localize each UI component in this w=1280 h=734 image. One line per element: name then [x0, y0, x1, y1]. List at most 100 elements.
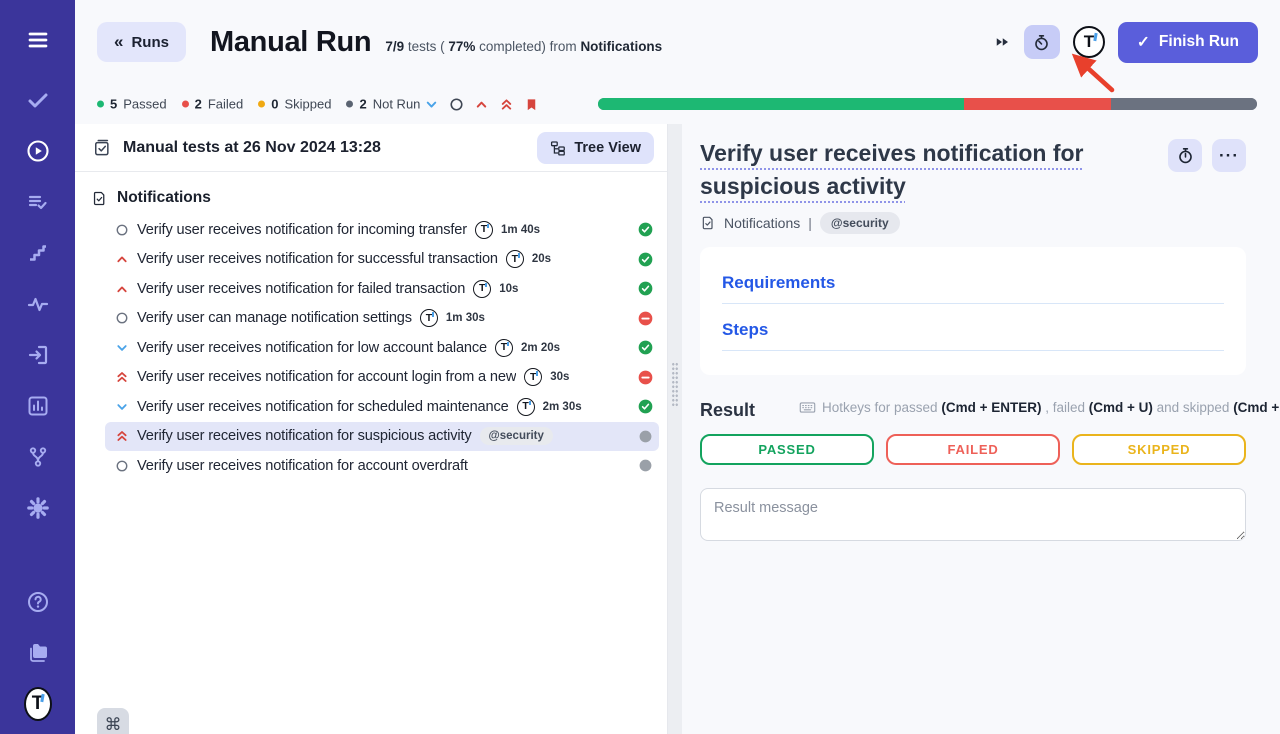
status-bar: 5Passed2Failed0Skipped2Not Run [75, 84, 1280, 124]
sidebar: T [0, 0, 75, 734]
run-panel-header: Manual tests at 26 Nov 2024 13:28 Tree V… [75, 124, 667, 172]
result-message-input[interactable] [700, 488, 1246, 541]
testomat-icon: T [524, 368, 542, 386]
priority-normal-icon [115, 459, 129, 473]
test-duration: 10s [499, 283, 518, 295]
detail-timer-button[interactable] [1168, 139, 1202, 172]
splitter-grip-icon [672, 362, 679, 408]
status-dot-icon [182, 101, 189, 108]
filter-low-priority-icon[interactable] [423, 96, 439, 112]
detail-card: Requirements Steps [700, 247, 1246, 375]
test-title: Verify user receives notification for su… [137, 251, 498, 267]
detail-breadcrumb: Notifications [724, 215, 800, 231]
status-failed-icon [638, 311, 653, 326]
test-title: Verify user receives notification for sc… [137, 399, 509, 415]
test-title: Verify user receives notification for in… [137, 222, 467, 238]
test-row[interactable]: Verify user receives notification for lo… [105, 333, 659, 363]
tree-view-button[interactable]: Tree View [537, 132, 654, 164]
menu-icon[interactable] [24, 26, 52, 54]
test-row[interactable]: Verify user receives notification for ac… [105, 363, 659, 393]
priority-filters [423, 96, 539, 112]
progress-segment-passed [598, 98, 964, 110]
test-title: Verify user receives notification for su… [137, 428, 472, 444]
status-not-run-icon [638, 429, 653, 444]
projects-folder-icon[interactable] [24, 639, 52, 667]
priority-normal-icon [115, 223, 129, 237]
timer-button[interactable] [1024, 25, 1060, 59]
test-duration: 1m 40s [501, 224, 540, 236]
priority-critical-icon [115, 429, 129, 443]
fast-forward-icon[interactable] [993, 33, 1011, 51]
document-check-icon [700, 215, 716, 231]
app-logo[interactable]: T [24, 690, 52, 718]
test-row[interactable]: Verify user receives notification for su… [105, 422, 659, 452]
passed-button[interactable]: PASSED [700, 434, 874, 465]
panel-splitter[interactable] [668, 124, 682, 734]
test-row[interactable]: Verify user receives notification for sc… [105, 392, 659, 422]
hotkeys-hint: Hotkeys for passed (Cmd + ENTER) , faile… [799, 399, 1280, 416]
count-failed: 2Failed [182, 97, 244, 112]
tests-check-icon[interactable] [24, 86, 52, 114]
filter-critical-priority-icon[interactable] [498, 96, 514, 112]
test-detail-title: Verify user receives notification for su… [700, 137, 1158, 203]
test-duration: 1m 30s [446, 312, 485, 324]
filter-high-priority-icon[interactable] [473, 96, 489, 112]
branches-icon[interactable] [24, 443, 52, 471]
test-plans-list-check-icon[interactable] [24, 188, 52, 216]
finish-run-label: Finish Run [1159, 33, 1239, 51]
section-requirements[interactable]: Requirements [722, 273, 1224, 304]
back-chevron-icon: « [114, 32, 123, 52]
run-title: Manual tests at 26 Nov 2024 13:28 [123, 139, 381, 157]
status-dot-icon [346, 101, 353, 108]
analytics-bar-chart-icon[interactable] [24, 392, 52, 420]
pulse-icon[interactable] [24, 290, 52, 318]
content: Manual tests at 26 Nov 2024 13:28 Tree V… [75, 124, 1280, 734]
runs-play-circle-icon[interactable] [24, 137, 52, 165]
section-steps[interactable]: Steps [722, 320, 1224, 351]
ellipsis-icon: ··· [1219, 147, 1239, 164]
status-passed-icon [638, 252, 653, 267]
settings-gear-icon[interactable] [24, 494, 52, 522]
back-to-runs-button[interactable]: « Runs [97, 22, 186, 62]
folder-row-notifications[interactable]: Notifications [75, 185, 667, 215]
status-passed-icon [638, 399, 653, 414]
run-checklist-icon [92, 138, 112, 158]
tree-view-icon [550, 140, 566, 156]
steps-icon[interactable] [24, 239, 52, 267]
progress-segment-failed [964, 98, 1110, 110]
test-row[interactable]: Verify user can manage notification sett… [105, 304, 659, 334]
test-row[interactable]: Verify user receives notification for su… [105, 245, 659, 275]
test-row[interactable]: Verify user receives notification for in… [105, 215, 659, 245]
finish-run-button[interactable]: ✓ Finish Run [1118, 22, 1258, 63]
count-not-run: 2Not Run [346, 97, 420, 112]
filter-normal-priority-icon[interactable] [448, 96, 464, 112]
test-tree: Notifications Verify user receives notif… [75, 172, 667, 734]
priority-normal-icon [115, 311, 129, 325]
document-check-icon [91, 190, 108, 207]
priority-high-icon [115, 282, 129, 296]
status-dot-icon [258, 101, 265, 108]
skipped-button[interactable]: SKIPPED [1072, 434, 1246, 465]
hotkeys-command-button[interactable]: ⌘ [97, 708, 129, 734]
failed-button[interactable]: FAILED [886, 434, 1060, 465]
test-row[interactable]: Verify user receives notification for ac… [105, 451, 659, 481]
keyboard-icon [799, 399, 816, 416]
back-label: Runs [131, 34, 169, 51]
testomat-icon: T [473, 280, 491, 298]
test-row[interactable]: Verify user receives notification for fa… [105, 274, 659, 304]
test-duration: 2m 20s [521, 342, 560, 354]
test-title: Verify user receives notification for ac… [137, 369, 516, 385]
page-subtitle: 7/9 tests ( 77% completed) from Notifica… [385, 39, 662, 54]
test-title: Verify user can manage notification sett… [137, 310, 412, 326]
import-icon[interactable] [24, 341, 52, 369]
run-tests-panel: Manual tests at 26 Nov 2024 13:28 Tree V… [75, 124, 668, 734]
page-title: Manual Run [210, 26, 371, 59]
more-options-button[interactable]: ··· [1212, 139, 1246, 172]
help-icon[interactable] [24, 588, 52, 616]
app-window: T « Runs Manual Run 7/9 tests ( 77% comp… [0, 0, 1280, 734]
priority-high-icon [115, 252, 129, 266]
progress-bar [598, 98, 1257, 110]
test-title: Verify user receives notification for fa… [137, 281, 465, 297]
filter-bookmark-icon[interactable] [523, 96, 539, 112]
testomat-icon: T [517, 398, 535, 416]
